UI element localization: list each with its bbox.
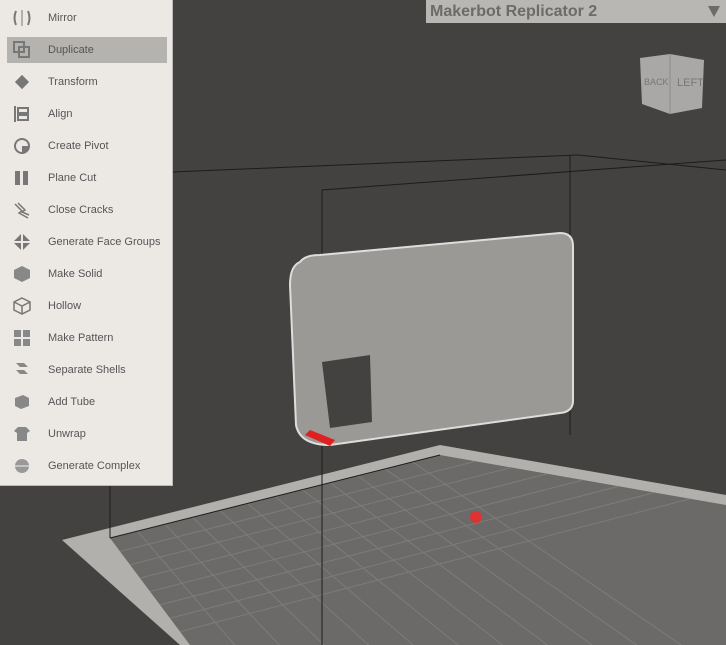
menu-item-duplicate[interactable]: Duplicate: [7, 37, 167, 63]
menu-item-label: Hollow: [48, 300, 82, 312]
menu-item-generate-face-groups[interactable]: Generate Face Groups: [7, 229, 167, 255]
mirror-icon: [13, 9, 31, 27]
edit-menu: Mirror Duplicate Transform Align Create Pivo…: [0, 0, 173, 486]
menu-item-create-pivot[interactable]: Create Pivot: [7, 133, 167, 159]
view-cube[interactable]: BACK LEFT: [636, 52, 708, 118]
menu-item-unwrap[interactable]: Unwrap: [7, 421, 167, 447]
menu-item-label: Unwrap: [48, 428, 86, 440]
chevron-down-icon: [708, 6, 720, 17]
menu-item-make-pattern[interactable]: Make Pattern: [7, 325, 167, 351]
hollow-icon: [13, 297, 31, 315]
menu-item-label: Close Cracks: [48, 204, 114, 216]
menu-item-label: Separate Shells: [48, 364, 126, 376]
menu-item-label: Generate Face Groups: [48, 236, 161, 248]
menu-item-close-cracks[interactable]: Close Cracks: [7, 197, 167, 223]
unwrap-icon: [13, 425, 31, 443]
menu-item-make-solid[interactable]: Make Solid: [7, 261, 167, 287]
menu-item-label: Generate Complex: [48, 460, 141, 472]
menu-item-label: Transform: [48, 76, 98, 88]
duplicate-icon: [13, 41, 31, 59]
printer-label: Makerbot Replicator 2: [430, 2, 598, 20]
pivot-point[interactable]: [470, 511, 482, 523]
menu-item-mirror[interactable]: Mirror: [7, 5, 167, 31]
face-groups-icon: [13, 233, 31, 251]
menu-item-plane-cut[interactable]: Plane Cut: [7, 165, 167, 191]
transform-icon: [13, 73, 31, 91]
phone-case-model[interactable]: [288, 231, 574, 447]
menu-item-separate-shells[interactable]: Separate Shells: [7, 357, 167, 383]
menu-item-label: Make Solid: [48, 268, 103, 280]
view-cube-back[interactable]: BACK: [644, 77, 669, 87]
menu-item-generate-complex[interactable]: Generate Complex: [7, 453, 167, 479]
menu-item-add-tube[interactable]: Add Tube: [7, 389, 167, 415]
view-cube-left[interactable]: LEFT: [677, 77, 704, 89]
make-solid-icon: [13, 265, 31, 283]
menu-item-label: Duplicate: [48, 44, 94, 56]
tube-icon: [13, 393, 31, 411]
close-cracks-icon: [13, 201, 31, 219]
menu-item-label: Create Pivot: [48, 140, 109, 152]
menu-item-transform[interactable]: Transform: [7, 69, 167, 95]
pattern-icon: [13, 329, 31, 347]
printer-dropdown[interactable]: Makerbot Replicator 2: [426, 0, 726, 23]
menu-item-align[interactable]: Align: [7, 101, 167, 127]
separate-shells-icon: [13, 361, 31, 379]
plane-cut-icon: [13, 169, 31, 187]
pivot-icon: [13, 137, 31, 155]
menu-item-label: Mirror: [48, 12, 77, 24]
menu-item-label: Align: [48, 108, 73, 120]
menu-item-label: Add Tube: [48, 396, 96, 408]
align-icon: [13, 105, 31, 123]
menu-item-label: Plane Cut: [48, 172, 97, 184]
complex-icon: [13, 457, 31, 475]
menu-item-label: Make Pattern: [48, 332, 114, 344]
menu-item-hollow[interactable]: Hollow: [7, 293, 167, 319]
